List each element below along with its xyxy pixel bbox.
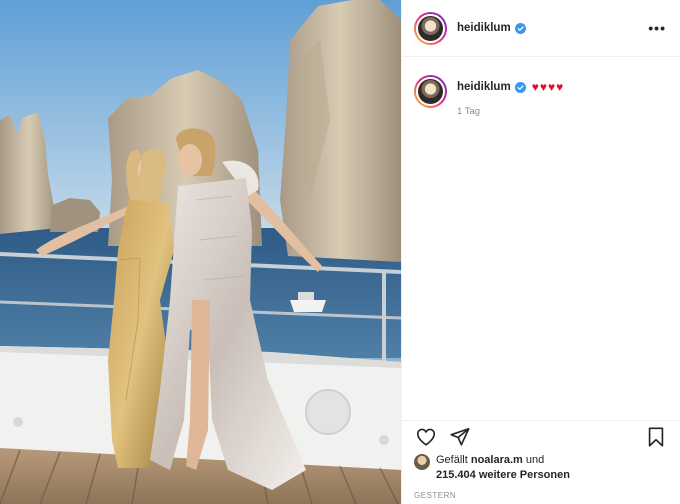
post-caption: heidiklum ♥♥♥♥ 1 Tag: [402, 57, 680, 117]
likes-prefix: Gefällt: [436, 454, 468, 466]
liker-username[interactable]: noalara.m: [471, 454, 523, 466]
more-horizontal-icon[interactable]: •••: [648, 21, 666, 35]
share-button[interactable]: [448, 425, 472, 449]
save-button[interactable]: [644, 425, 668, 449]
caption-avatar-image: [416, 77, 445, 106]
actions-row: [402, 421, 680, 449]
like-button[interactable]: [414, 425, 438, 449]
caption-line: heidiklum ♥♥♥♥: [457, 80, 564, 94]
likes-summary: Gefällt noalara.m und 215.404 weitere Pe…: [414, 453, 570, 483]
post-photo[interactable]: [0, 0, 401, 504]
bookmark-icon: [648, 427, 664, 447]
verified-badge-icon: [514, 22, 526, 34]
instagram-post: heidiklum ••• heidiklum ♥♥♥♥ 1 Tag Gefäl…: [0, 0, 680, 504]
caption-text: ♥♥♥♥: [531, 80, 565, 94]
caption-avatar[interactable]: [414, 75, 447, 108]
post-side-panel: heidiklum ••• heidiklum ♥♥♥♥ 1 Tag Gefäl…: [401, 0, 680, 504]
likes-count[interactable]: 215.404 weitere Personen: [436, 469, 570, 481]
author-username[interactable]: heidiklum: [457, 22, 511, 34]
post-header: heidiklum •••: [402, 0, 680, 57]
verified-badge-icon: [514, 81, 526, 93]
paper-plane-icon: [450, 427, 470, 446]
author-avatar[interactable]: [414, 11, 447, 45]
likes-middle: und: [525, 454, 545, 466]
post-photo-illustration: [0, 0, 401, 504]
post-actions: [402, 420, 680, 450]
caption-username[interactable]: heidiklum: [457, 81, 511, 93]
likes-text: Gefällt noalara.m und 215.404 weitere Pe…: [436, 453, 570, 483]
liker-avatar[interactable]: [414, 454, 430, 470]
heart-outline-icon: [416, 428, 436, 446]
post-date[interactable]: GESTERN: [414, 491, 456, 500]
author-avatar-image: [416, 13, 445, 43]
caption-timestamp[interactable]: 1 Tag: [457, 106, 564, 117]
caption-body: heidiklum ♥♥♥♥ 1 Tag: [457, 75, 564, 117]
